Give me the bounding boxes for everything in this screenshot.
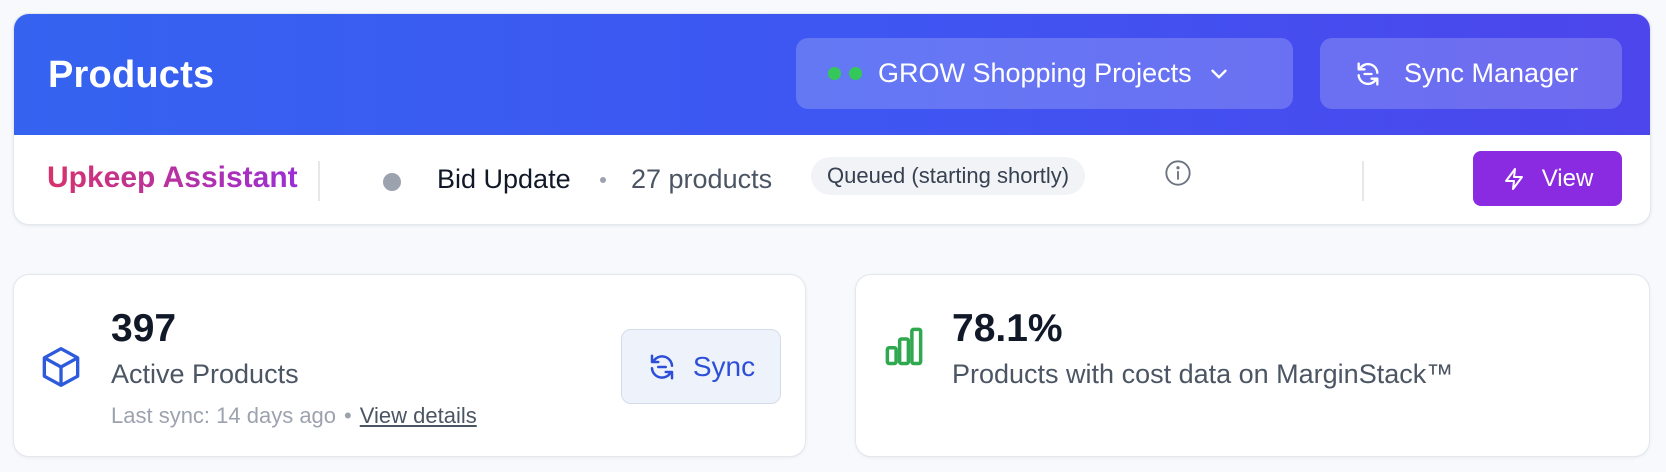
chevron-down-icon [1206, 61, 1232, 87]
status-dot-green [849, 67, 862, 80]
cost-data-percentage: 78.1% [952, 307, 1063, 350]
bar-chart-icon [883, 325, 925, 367]
last-sync-info: Last sync: 14 days ago • View details [111, 403, 477, 429]
sync-manager-button[interactable]: Sync Manager [1320, 38, 1622, 109]
active-products-card: 397 Active Products Last sync: 14 days a… [13, 274, 806, 457]
upkeep-assistant-row: Upkeep Assistant Bid Update 27 products … [14, 135, 1650, 224]
refresh-icon [647, 352, 677, 382]
box-icon [41, 345, 81, 389]
divider [1362, 161, 1364, 201]
products-header-card: Products GROW Shopping Projects Sync Man… [13, 13, 1651, 225]
page-title: Products [48, 54, 215, 96]
info-icon[interactable] [1164, 159, 1192, 187]
task-status-dot [383, 173, 401, 191]
view-button[interactable]: View [1473, 151, 1622, 206]
project-selector-label: GROW Shopping Projects [878, 58, 1192, 88]
sync-manager-label: Sync Manager [1404, 58, 1579, 88]
view-button-label: View [1541, 164, 1594, 192]
status-badge-label: Queued (starting shortly) [827, 163, 1070, 188]
lightning-icon [1502, 167, 1526, 191]
meta-separator: • [344, 403, 352, 428]
connection-status-dots [828, 67, 862, 80]
cost-data-card: 78.1% Products with cost data on MarginS… [855, 274, 1650, 457]
divider [318, 161, 320, 201]
refresh-icon [1354, 60, 1382, 88]
project-selector-button[interactable]: GROW Shopping Projects [796, 38, 1293, 109]
header-banner: Products GROW Shopping Projects Sync Man… [14, 14, 1650, 135]
status-badge: Queued (starting shortly) [811, 157, 1086, 195]
status-dot-green [828, 67, 841, 80]
view-details-link[interactable]: View details [360, 403, 477, 429]
separator-dot [600, 177, 606, 183]
active-products-count: 397 [111, 307, 177, 350]
active-products-label: Active Products [111, 359, 299, 389]
task-product-count: 27 products [631, 164, 773, 194]
last-sync-text: Last sync: 14 days ago [111, 403, 337, 428]
task-name: Bid Update [437, 164, 571, 194]
assistant-title: Upkeep Assistant [47, 161, 298, 194]
sync-button-label: Sync [692, 350, 756, 382]
sync-button[interactable]: Sync [621, 329, 781, 404]
cost-data-label: Products with cost data on MarginStack™ [952, 359, 1454, 389]
